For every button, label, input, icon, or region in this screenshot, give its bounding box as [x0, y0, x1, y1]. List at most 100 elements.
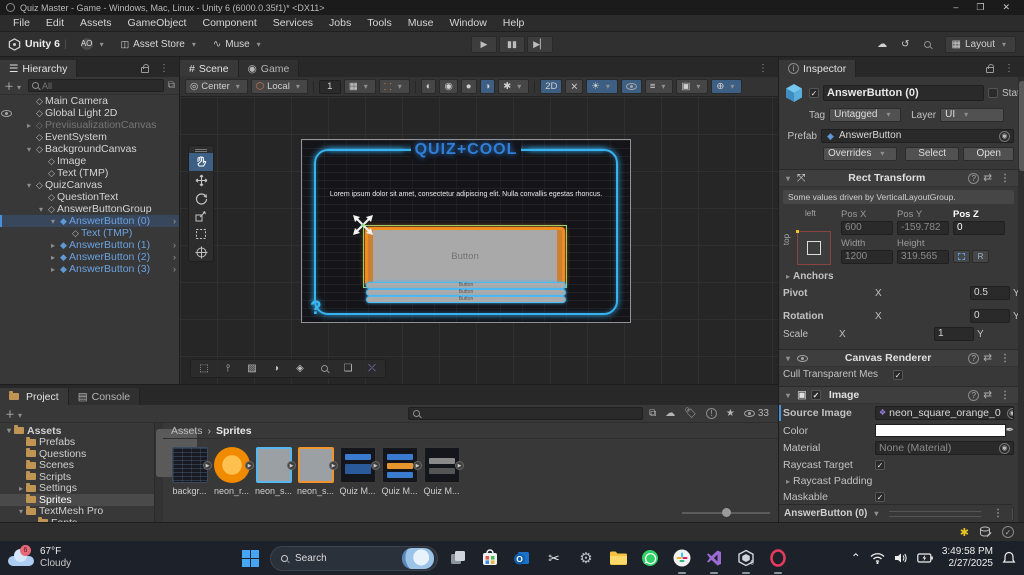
pos-z-field[interactable]: 0 [953, 221, 1005, 235]
volume-icon[interactable] [894, 552, 908, 564]
panel-menu-icon[interactable]: ⋮ [1000, 63, 1018, 74]
hierarchy-item-text-tmp[interactable]: ◇ Text (TMP) [0, 167, 179, 179]
favorites-star-icon[interactable]: ★ [726, 408, 735, 419]
component-menu-icon[interactable]: ⋮ [996, 390, 1014, 401]
object-picker-icon[interactable]: ◉ [999, 130, 1010, 142]
pivot-mode-dropdown[interactable]: ◎ Center ▾ [185, 79, 248, 94]
taskbar-search[interactable]: Search [270, 545, 438, 571]
folder-sprites[interactable]: Sprites [0, 494, 154, 506]
asset-neon-square-orange[interactable]: ▶ neon_s... [295, 447, 338, 496]
play-button[interactable]: ▶ [471, 35, 497, 53]
folder-assets[interactable]: ▾ Assets [0, 425, 154, 437]
rect-tool[interactable] [189, 225, 213, 243]
hierarchy-item-questiontext[interactable]: ◇ QuestionText [0, 191, 179, 203]
hierarchy-item-main-camera[interactable]: ◇ Main Camera [0, 95, 179, 107]
transform-tool[interactable] [189, 243, 213, 261]
asset-neon-square-blue[interactable]: ▶ neon_s... [253, 447, 296, 496]
menu-tools[interactable]: Tools [360, 15, 399, 31]
visual-studio-icon[interactable] [702, 546, 726, 574]
help-icon[interactable]: ? [968, 352, 980, 364]
answer-button-3[interactable]: Button [366, 296, 566, 303]
hierarchy-item-answerbutton-0[interactable]: ▾ ◆ AnswerButton (0) › [0, 215, 179, 227]
hierarchy-item-answerbutton-3[interactable]: ▸ ◆ AnswerButton (3) › [0, 263, 179, 275]
source-image-field[interactable]: ❖ neon_square_orange_0 ◉ [875, 406, 1014, 420]
hierarchy-item-previsualization-canvas[interactable]: ▸ ◇ PreviisualizationCanvas [0, 119, 179, 131]
folder-scenes[interactable]: Scenes [0, 459, 154, 471]
raw-edit-button[interactable]: R [972, 250, 989, 263]
microsoft-store-icon[interactable] [478, 546, 502, 570]
tab-hierarchy[interactable]: ☰ Hierarchy [0, 60, 78, 77]
panel-menu-icon[interactable]: ⋮ [155, 63, 173, 74]
notifications-bell-icon[interactable] [1002, 551, 1016, 565]
help-icon[interactable]: ? [968, 389, 980, 401]
grid-visibility-dropdown[interactable]: ▦ ▾ [343, 79, 376, 94]
restore-button[interactable]: ❐ [976, 2, 984, 13]
fx-dropdown[interactable]: ✱ ▾ [498, 79, 530, 94]
hierarchy-item-answerbutton-1[interactable]: ▸ ◆ AnswerButton (1) › [0, 239, 179, 251]
panel-menu-icon[interactable]: ⋮ [754, 63, 772, 74]
menu-gameobject[interactable]: GameObject [121, 15, 194, 31]
muse-button[interactable]: ∿ Muse ▾ [213, 39, 264, 50]
presets-icon[interactable]: ⇄ [983, 352, 992, 364]
whatsapp-icon[interactable] [638, 546, 662, 570]
select-button[interactable]: Select [904, 147, 960, 161]
prefab-open-chevron[interactable]: › [173, 216, 176, 226]
asset-quiz-mockup-3[interactable]: ▶ Quiz M... [421, 447, 464, 496]
shading-mode-button[interactable]: ◐ [420, 79, 437, 94]
scale-tool[interactable] [189, 207, 213, 225]
settings-icon[interactable]: ⚙ [574, 546, 598, 570]
project-search-input[interactable] [423, 408, 639, 419]
snap-settings-dropdown[interactable]: ⸬ ▾ [378, 79, 410, 94]
answer-button-1[interactable]: Button [366, 282, 566, 289]
menu-component[interactable]: Component [195, 15, 263, 31]
snipping-tool-icon[interactable]: ✂ [542, 546, 566, 570]
asset-neon-round[interactable]: ▶ neon_r... [211, 447, 254, 496]
weather-widget[interactable]: 6 67°F Cloudy [8, 545, 71, 571]
hierarchy-search[interactable] [28, 79, 164, 92]
hierarchy-item-answerbutton-2[interactable]: ▸ ◆ AnswerButton (2) › [0, 251, 179, 263]
minimize-button[interactable]: – [953, 2, 958, 13]
canvas-renderer-header[interactable]: ▾ Canvas Renderer ? ⇄ ⋮ [779, 349, 1018, 367]
presets-icon[interactable]: ⇄ [983, 172, 992, 184]
close-button[interactable]: ✕ [1002, 2, 1010, 13]
create-button[interactable]: ＋ ▾ [5, 406, 25, 421]
scene-lighting-dropdown[interactable]: ☀ ▾ [586, 79, 618, 94]
image-header[interactable]: ▾ ▣ ✓ Image ? ⇄ ⋮ [779, 386, 1018, 404]
asset-quiz-mockup-1[interactable]: ▶ Quiz M... [337, 447, 380, 496]
status-ok-icon[interactable]: ✓ [1002, 526, 1014, 538]
account-dropdown[interactable]: AO ▾ [80, 38, 107, 50]
menu-assets[interactable]: Assets [73, 15, 119, 31]
presets-icon[interactable]: ⇄ [983, 389, 992, 401]
asset-background-sprite[interactable]: ▶ backgr... [169, 447, 212, 496]
layer-dropdown[interactable]: UI ▾ [940, 108, 1005, 122]
slack-icon[interactable] [670, 546, 694, 574]
gizmos-dropdown[interactable]: ⊕ ▾ [711, 79, 743, 94]
hierarchy-item-background-canvas[interactable]: ▾ ◇ BackgroundCanvas [0, 143, 179, 155]
outlook-icon[interactable]: O [510, 546, 534, 570]
folder-scripts[interactable]: Scripts [0, 471, 154, 483]
menu-file[interactable]: File [6, 15, 37, 31]
component-menu-icon[interactable]: ⋮ [996, 173, 1014, 184]
eyedropper-icon[interactable]: ✒ [1006, 425, 1014, 436]
grid-brush-icon[interactable]: ▨ [241, 361, 263, 376]
hierarchy-item-image[interactable]: ◇ Image [0, 155, 179, 167]
answer-button-0-selected[interactable]: Button [363, 225, 567, 288]
camera-dropdown[interactable]: ▣ ▾ [676, 79, 709, 94]
gizmo-select-icon[interactable]: ◈ [289, 361, 311, 376]
asset-store-button[interactable]: ◫ Asset Store ▾ [121, 39, 199, 50]
scene-picker-icon[interactable]: ⧉ [168, 80, 175, 91]
muse-shuffle-icon[interactable]: ⤫ [361, 361, 383, 376]
raycast-padding-foldout[interactable]: Raycast Padding [793, 475, 885, 487]
prefab-open-chevron[interactable]: › [173, 264, 176, 274]
cloud-icon[interactable]: ☁ [877, 39, 887, 50]
menu-muse[interactable]: Muse [401, 15, 441, 31]
hierarchy-item-answerbuttongroup[interactable]: ▾ ◇ AnswerButtonGroup [0, 203, 179, 215]
scene-settings-icon[interactable]: ⫯ [217, 361, 239, 376]
opera-gx-icon[interactable] [766, 546, 790, 574]
gameobject-name-input[interactable] [823, 85, 984, 101]
menu-services[interactable]: Services [266, 15, 320, 31]
pause-button[interactable]: ▮▮ [499, 35, 525, 53]
help-icon[interactable]: ? [968, 172, 980, 184]
pos-y-field[interactable]: -159.782 [897, 221, 949, 235]
wifi-icon[interactable] [870, 552, 885, 564]
